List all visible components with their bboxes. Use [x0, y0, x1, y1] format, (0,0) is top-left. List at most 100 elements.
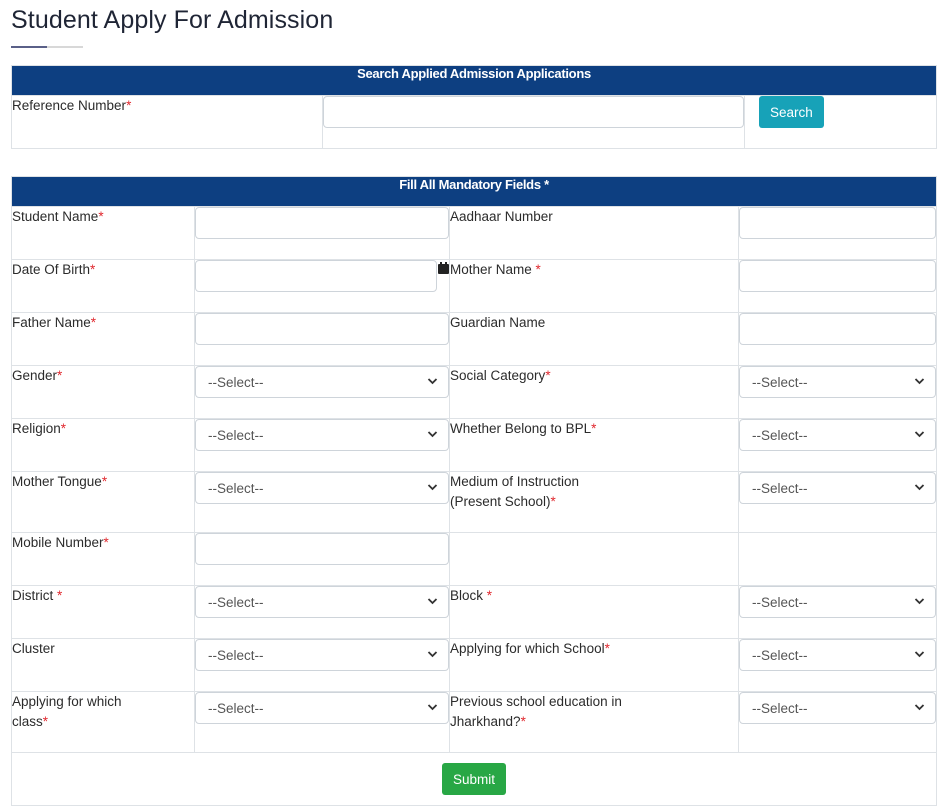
form-row: Mobile Number* — [11, 532, 938, 586]
gender-select[interactable]: --Select-- — [195, 366, 449, 398]
aadhaar-number-label: Aadhaar Number — [450, 209, 553, 224]
chevron-down-icon — [427, 651, 438, 658]
social-category-select[interactable]: --Select-- — [739, 366, 937, 398]
reference-number-input[interactable] — [323, 96, 744, 128]
cluster-label-cell: Cluster — [11, 638, 195, 692]
guardian-name-cell — [737, 312, 938, 366]
district-select[interactable]: --Select-- — [195, 586, 449, 618]
guardian-name-input[interactable] — [739, 313, 937, 345]
mother-name-input[interactable] — [739, 260, 937, 292]
medium-of-instruction-label-line2: (Present School) — [450, 494, 551, 509]
required-marker: * — [535, 262, 541, 277]
required-marker: * — [126, 98, 132, 113]
date-of-birth-label: Date Of Birth — [12, 262, 91, 277]
mobile-number-label-cell: Mobile Number* — [11, 532, 195, 586]
gender-label-cell: Gender* — [11, 365, 195, 419]
block-selected-value: --Select-- — [752, 594, 808, 610]
applying-class-selected-value: --Select-- — [208, 700, 264, 716]
calendar-icon[interactable] — [438, 262, 449, 274]
submit-row: Submit — [10, 752, 938, 806]
required-marker: * — [103, 535, 109, 550]
social-category-selected-value: --Select-- — [752, 374, 808, 390]
admission-form-table: Fill All Mandatory Fields * Student Name… — [10, 176, 938, 806]
student-name-input[interactable] — [195, 207, 449, 239]
applying-school-label-cell: Applying for which School* — [449, 638, 739, 692]
guardian-name-label-cell: Guardian Name — [449, 312, 739, 366]
bpl-selected-value: --Select-- — [752, 427, 808, 443]
reference-number-input-cell — [322, 95, 745, 149]
applying-class-select[interactable]: --Select-- — [195, 692, 449, 724]
title-underline — [11, 46, 83, 48]
date-of-birth-wrapper — [195, 260, 449, 292]
mobile-number-label: Mobile Number — [12, 535, 104, 550]
father-name-input[interactable] — [195, 313, 449, 345]
form-row: Date Of Birth* Mother Name * — [11, 259, 938, 313]
religion-select[interactable]: --Select-- — [195, 419, 449, 451]
aadhaar-number-cell — [737, 206, 938, 260]
applying-class-label-line1: Applying for which — [12, 694, 122, 709]
required-marker: * — [42, 714, 49, 729]
chevron-down-icon — [914, 704, 925, 711]
form-row: Gender* --Select-- Social Category* --Se… — [11, 365, 938, 419]
form-row: Mother Tongue * --Select-- Medium of Inst… — [11, 471, 938, 533]
search-applications-table: Search Applied Admission Applications Re… — [10, 65, 938, 149]
mother-tongue-cell: --Select-- — [194, 471, 450, 533]
block-label-cell: Block * — [449, 585, 739, 639]
chevron-down-icon — [914, 651, 925, 658]
mobile-number-input[interactable] — [195, 533, 449, 565]
date-of-birth-input[interactable] — [195, 260, 437, 292]
student-name-label: Student Name — [12, 209, 99, 224]
required-marker: * — [550, 494, 556, 509]
form-row: Student Name* Aadhaar Number — [11, 206, 938, 260]
social-category-label: Social Category — [450, 368, 546, 383]
reference-number-label: Reference Number — [12, 98, 127, 113]
gender-label: Gender — [12, 368, 58, 383]
guardian-name-label: Guardian Name — [450, 315, 546, 330]
mother-name-label-cell: Mother Name * — [449, 259, 739, 313]
previous-education-select[interactable]: --Select-- — [739, 692, 937, 724]
chevron-down-icon — [427, 598, 438, 605]
chevron-down-icon — [427, 484, 438, 491]
previous-education-label-line2: Jharkhand? — [450, 714, 521, 729]
required-marker: * — [98, 209, 104, 224]
father-name-cell — [194, 312, 450, 366]
form-row: District * --Select-- Block * --Select-- — [11, 585, 938, 639]
applying-class-cell: --Select-- — [194, 691, 450, 753]
applying-school-select[interactable]: --Select-- — [739, 639, 937, 671]
required-marker: * — [604, 641, 610, 656]
search-button[interactable]: Search — [759, 96, 824, 128]
applying-class-label-cell: Applying for which class* — [11, 691, 195, 753]
required-marker: * — [520, 714, 526, 729]
chevron-down-icon — [914, 484, 925, 491]
religion-label-cell: Religion* — [11, 418, 195, 472]
medium-of-instruction-label-cell: Medium of Instruction (Present School)* — [449, 471, 739, 533]
required-marker: * — [90, 262, 96, 277]
previous-education-label-cell: Previous school education in Jharkhand?* — [449, 691, 739, 753]
aadhaar-number-input[interactable] — [739, 207, 937, 239]
medium-of-instruction-select[interactable]: --Select-- — [739, 472, 937, 504]
mother-tongue-label: Mother Tongue — [12, 474, 102, 489]
gender-cell: --Select-- — [194, 365, 450, 419]
bpl-select[interactable]: --Select-- — [739, 419, 937, 451]
medium-of-instruction-cell: --Select-- — [737, 471, 938, 533]
form-row: Cluster --Select-- Applying for which Sc… — [11, 638, 938, 692]
cluster-select[interactable]: --Select-- — [195, 639, 449, 671]
mother-tongue-select[interactable]: --Select-- — [195, 472, 449, 504]
required-marker: * — [591, 421, 597, 436]
block-cell: --Select-- — [737, 585, 938, 639]
required-marker: * — [60, 421, 67, 436]
applying-school-label: Applying for which School — [450, 641, 605, 656]
mother-name-cell — [737, 259, 938, 313]
social-category-label-cell: Social Category* — [449, 365, 739, 419]
applying-class-label-line2: class — [12, 714, 43, 729]
submit-button[interactable]: Submit — [442, 763, 507, 795]
mother-tongue-selected-value: --Select-- — [208, 480, 264, 496]
form-row: Father Name* Guardian Name — [11, 312, 938, 366]
date-of-birth-cell — [194, 259, 450, 313]
chevron-down-icon — [427, 378, 438, 385]
block-select[interactable]: --Select-- — [739, 586, 937, 618]
chevron-down-icon — [914, 431, 925, 438]
mother-name-label: Mother Name — [450, 262, 536, 277]
submit-cell: Submit — [10, 752, 938, 806]
bpl-label-cell: Whether Belong to BPL* — [449, 418, 739, 472]
